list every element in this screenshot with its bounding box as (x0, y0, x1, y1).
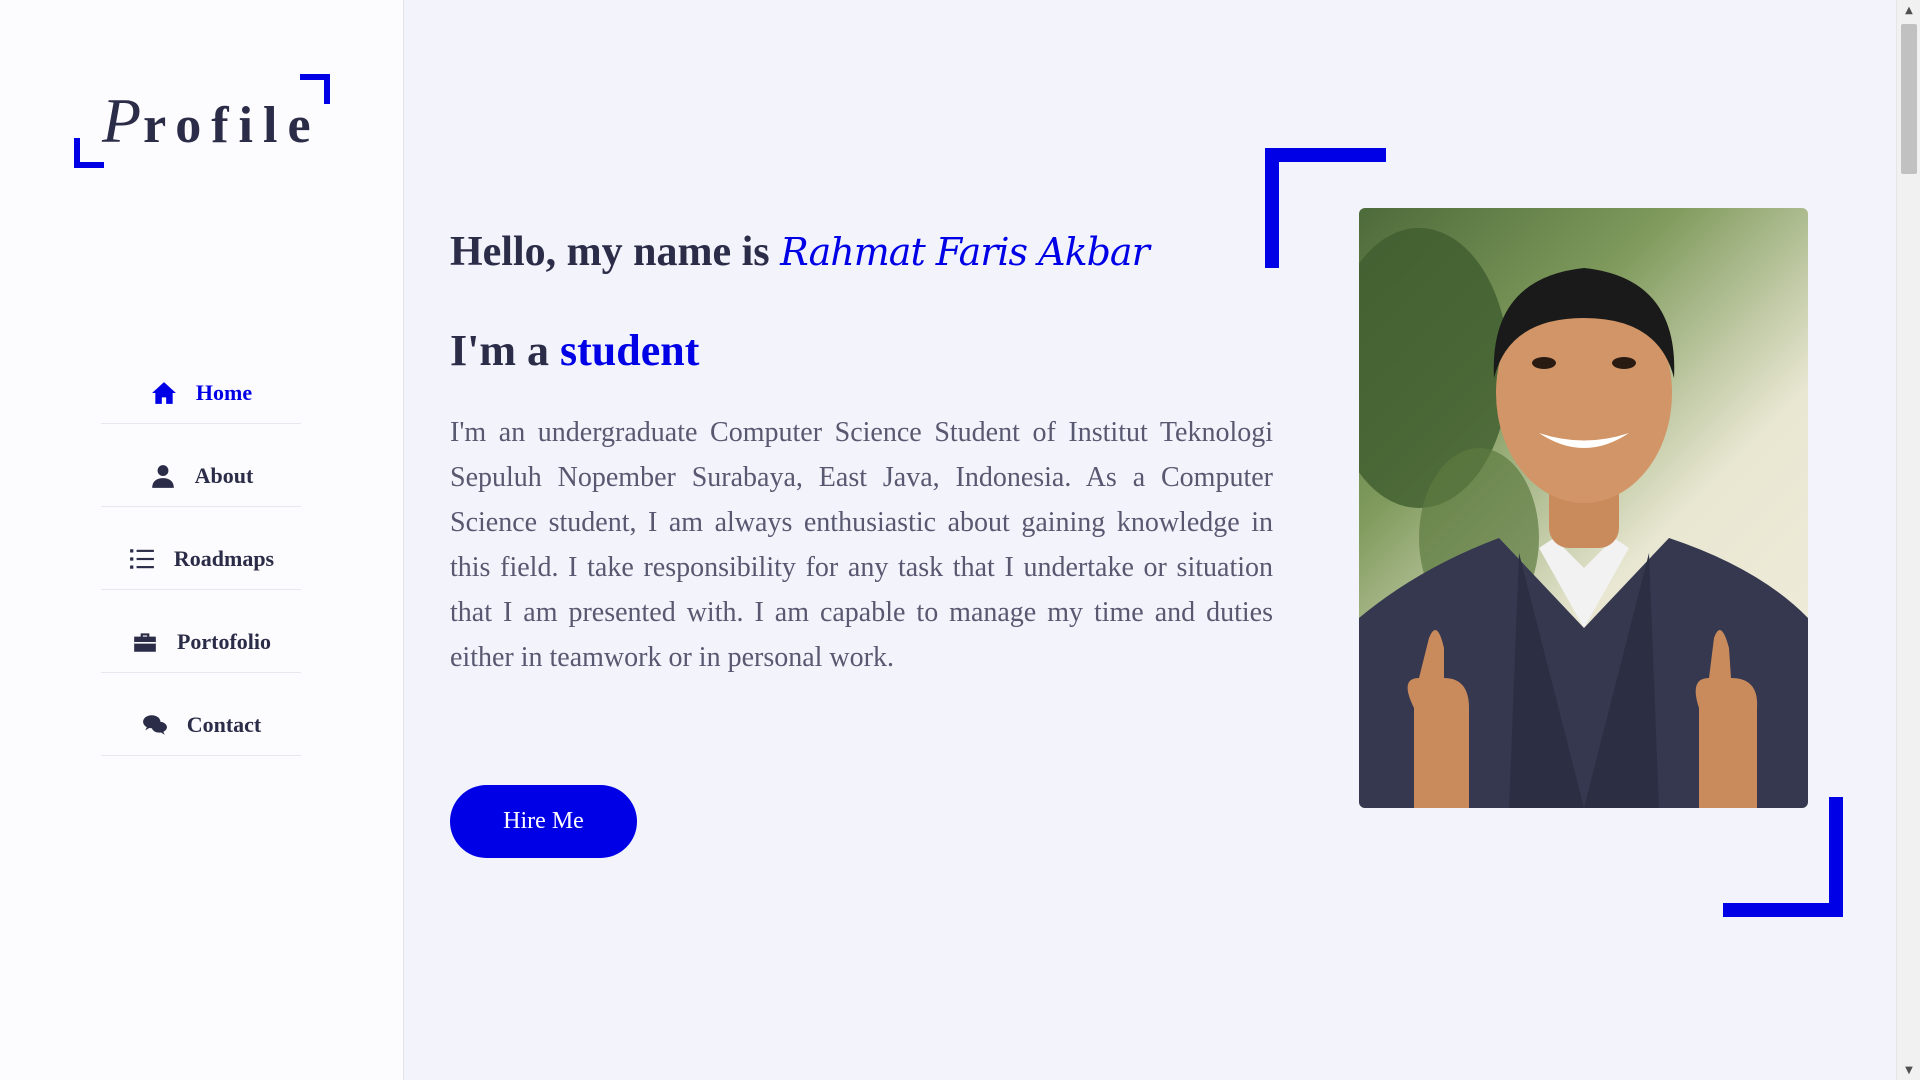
scrollbar[interactable]: ▲ ▼ (1896, 0, 1920, 1080)
briefcase-icon (131, 628, 159, 656)
role-text: student (560, 326, 700, 375)
scroll-down-arrow-icon[interactable]: ▼ (1897, 1060, 1920, 1080)
hero-section: Hello, my name is Rahmat Faris Akbar I'm… (405, 0, 1895, 1080)
greeting-heading: Hello, my name is Rahmat Faris Akbar (450, 228, 1150, 276)
nav-item-label: Portofolio (176, 628, 272, 654)
nav-item-label: Roadmaps (173, 545, 275, 571)
nav-item-portofolio[interactable]: Portofolio (101, 611, 301, 673)
logo-initial: P (102, 85, 144, 156)
main-nav: Home About Roadmaps Portofolio Contact (101, 362, 301, 777)
greeting-prefix: Hello, my name is (450, 229, 781, 275)
photo-frame-bottom-right (1723, 797, 1843, 917)
hire-me-button[interactable]: Hire Me (450, 785, 637, 858)
logo[interactable]: Profile (74, 74, 330, 168)
nav-item-home[interactable]: Home (101, 362, 301, 424)
comments-icon (141, 711, 169, 739)
list-icon (128, 545, 156, 573)
nav-item-label: About (194, 462, 254, 488)
role-prefix: I'm a (450, 326, 560, 375)
user-icon (149, 462, 177, 490)
logo-rest: rofile (143, 97, 321, 154)
nav-item-contact[interactable]: Contact (101, 694, 301, 756)
nav-item-about[interactable]: About (101, 445, 301, 507)
person-name: Rahmat Faris Akbar (780, 230, 1150, 274)
scroll-thumb[interactable] (1901, 24, 1917, 174)
nav-item-label: Home (195, 379, 253, 405)
logo-corner-bottom-left (74, 138, 104, 168)
logo-text: Profile (102, 84, 321, 158)
sidebar: Profile Home About Roadmaps Portofolio C… (0, 0, 404, 1080)
bio-paragraph: I'm an undergraduate Computer Science St… (450, 417, 1273, 673)
profile-photo (1359, 208, 1808, 808)
role-heading: I'm a student (450, 325, 699, 376)
nav-item-label: Contact (186, 711, 262, 737)
nav-item-roadmaps[interactable]: Roadmaps (101, 528, 301, 590)
scroll-up-arrow-icon[interactable]: ▲ (1897, 0, 1920, 20)
home-icon (150, 379, 178, 407)
